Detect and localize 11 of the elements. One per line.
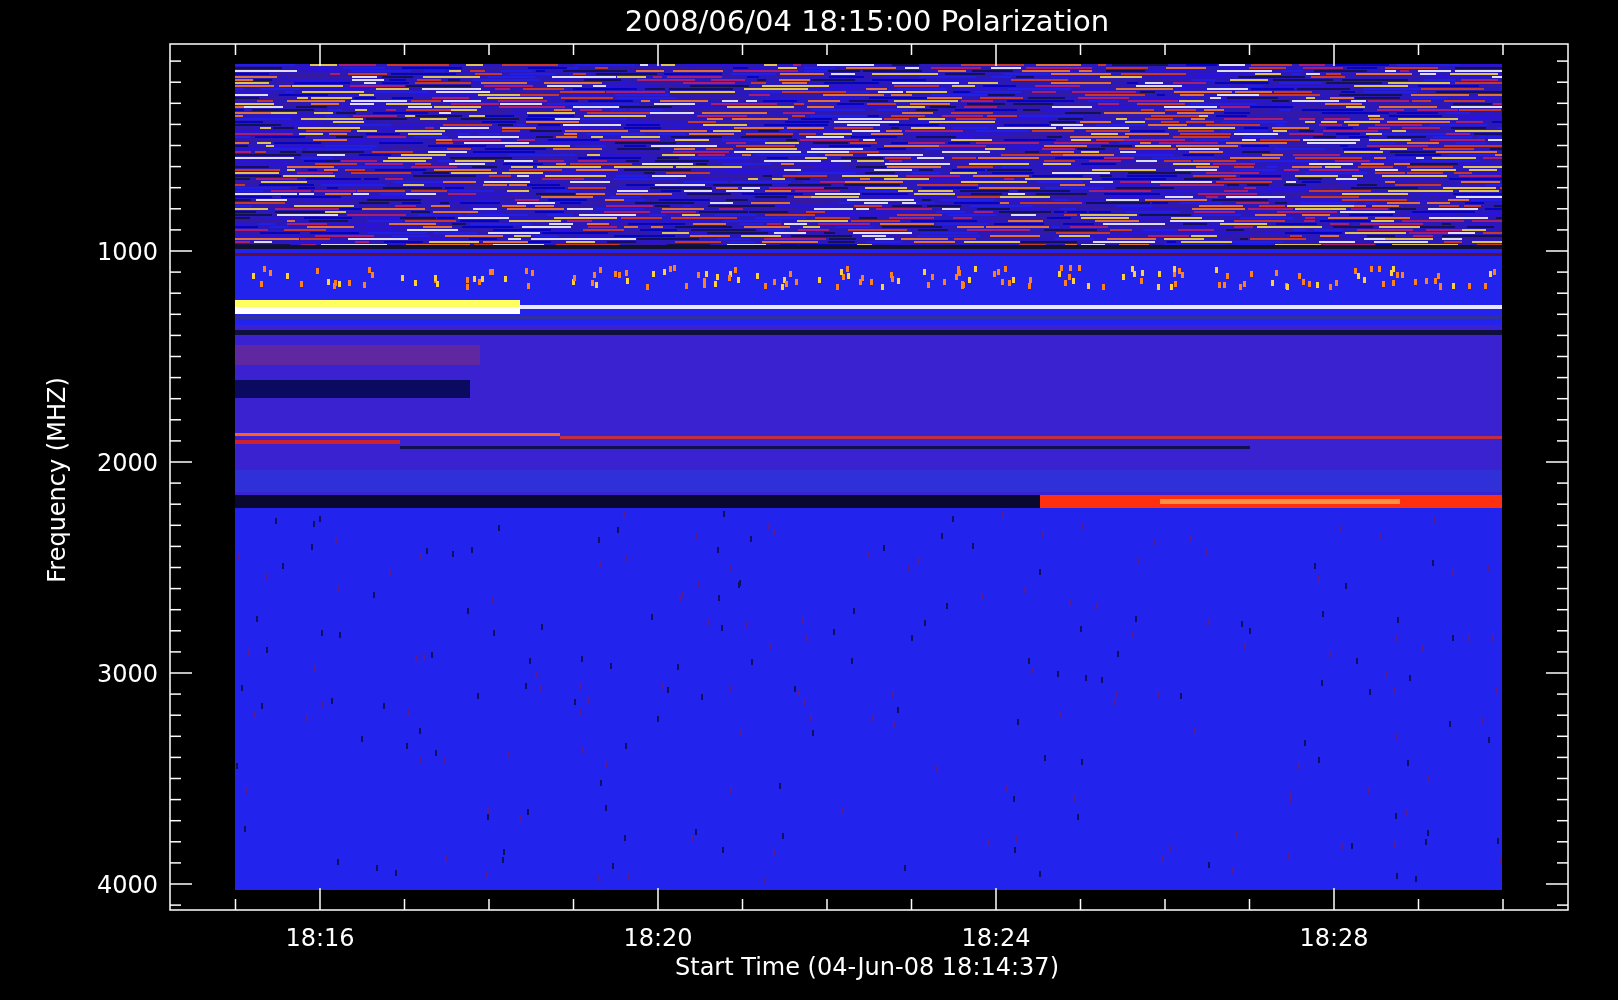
x-tick-label: 18:16	[285, 924, 355, 952]
x-axis-label: Start Time (04-Jun-08 18:14:37)	[675, 953, 1059, 981]
y-tick-label: 1000	[96, 238, 158, 266]
chart-title: 2008/06/04 18:15:00 Polarization	[624, 4, 1110, 38]
y-tick-label: 4000	[96, 871, 158, 899]
x-tick-label: 18:20	[623, 924, 693, 952]
y-tick-label: 2000	[96, 449, 158, 477]
y-tick-label: 3000	[96, 660, 158, 688]
x-tick-label: 18:24	[961, 924, 1031, 952]
x-tick-label: 18:28	[1299, 924, 1369, 952]
y-axis-label: Frequency (MHZ)	[43, 377, 71, 583]
